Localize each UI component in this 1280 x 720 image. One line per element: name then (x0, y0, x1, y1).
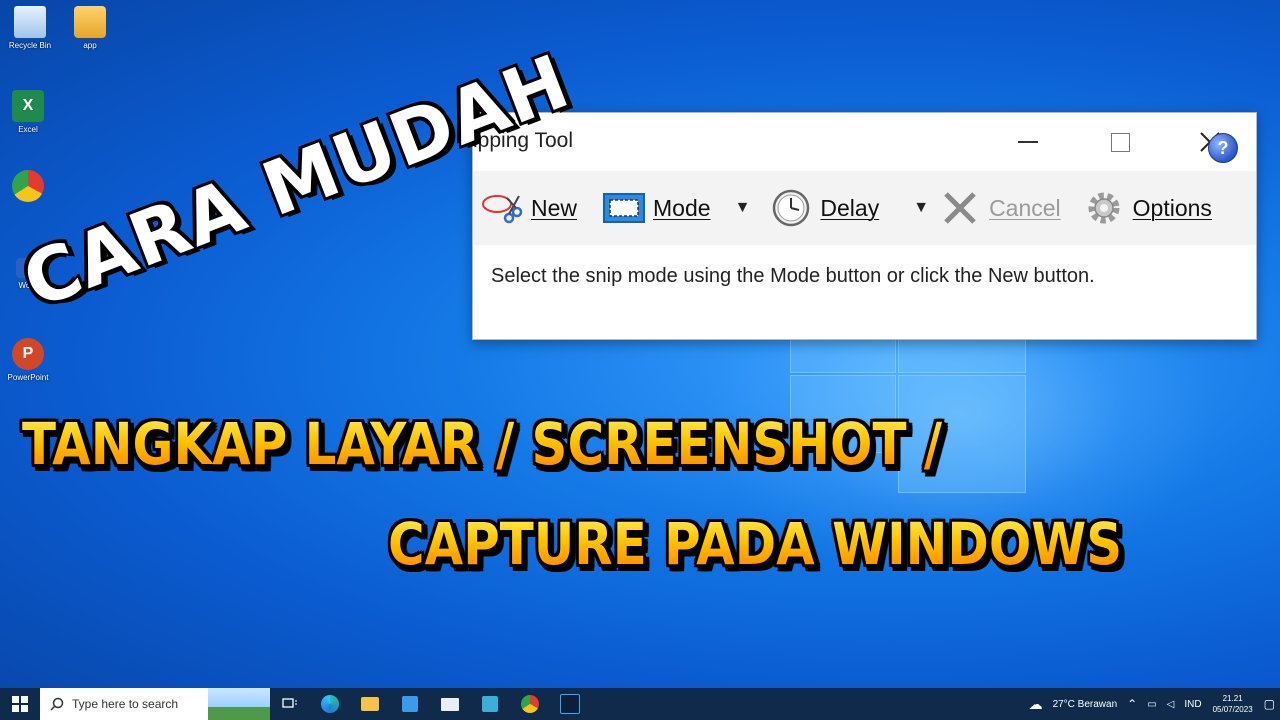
taskbar-mail[interactable] (430, 688, 470, 720)
delay-dropdown-arrow-icon[interactable]: ▼ (913, 199, 929, 217)
headline-line-2: TANGKAP LAYAR / SCREENSHOT / (22, 410, 943, 478)
system-tray: ☁ 27°C Berawan ⌃ ▭ ◁ IND 21.21 05/07/202… (1024, 688, 1280, 720)
desktop-icon-label: Excel (18, 125, 38, 134)
photoshop-icon (560, 694, 580, 714)
clock[interactable]: 21.21 05/07/2023 (1213, 693, 1253, 715)
mail-icon (441, 697, 459, 711)
task-view-button[interactable] (270, 688, 310, 720)
clock-date: 05/07/2023 (1212, 705, 1253, 714)
new-label: New (531, 194, 578, 221)
maximize-icon (1110, 132, 1130, 152)
scissors-icon (479, 188, 525, 228)
task-view-icon (282, 698, 297, 708)
desktop-icon-label: Recycle Bin (8, 41, 52, 50)
volume-icon[interactable]: ◁ (1167, 699, 1175, 710)
desktop-icon-powerpoint[interactable]: P PowerPoint (0, 338, 56, 382)
cancel-button[interactable]: Cancel (937, 188, 1061, 228)
help-icon[interactable]: ? (1208, 133, 1238, 163)
mode-rectangle-icon (601, 188, 647, 228)
new-button[interactable]: New (479, 188, 577, 228)
folder-icon (74, 6, 106, 38)
powerpoint-icon: P (12, 338, 44, 370)
toolbar: New Mode ▼ Delay ▼ Cancel Options (473, 171, 1256, 245)
windows-start-icon (12, 696, 28, 712)
delay-button[interactable]: Delay (768, 188, 879, 228)
desktop-icon-label: PowerPoint (7, 373, 49, 382)
desktop-icon-excel[interactable]: X Excel (0, 90, 56, 134)
weather-icon: ☁ (1028, 695, 1043, 712)
recycle-bin-icon (14, 6, 46, 38)
minimize-button[interactable] (983, 113, 1073, 171)
edge-icon (321, 695, 339, 713)
network-icon[interactable]: ▭ (1147, 699, 1156, 710)
cancel-x-icon (937, 188, 983, 228)
search-placeholder: Type here to search (72, 697, 179, 711)
taskbar-photoshop[interactable] (550, 688, 590, 720)
mode-button[interactable]: Mode (601, 188, 711, 228)
desktop-icon-chrome[interactable] (0, 170, 56, 205)
taskbar-snipping-tool[interactable] (470, 688, 510, 720)
cancel-label: Cancel (989, 194, 1061, 221)
desktop-icon-app[interactable]: app (62, 6, 118, 50)
search-highlight-image (208, 688, 270, 720)
status-message: Select the snip mode using the Mode butt… (491, 265, 1095, 287)
snipping-app-icon (482, 696, 498, 712)
chrome-icon (521, 695, 539, 713)
clock-time: 21.21 (1222, 694, 1243, 703)
store-icon (402, 696, 418, 712)
mode-label: Mode (653, 194, 711, 221)
maximize-button[interactable] (1075, 113, 1165, 171)
notification-icon[interactable]: ▢ (1264, 697, 1275, 711)
language-indicator[interactable]: IND (1184, 699, 1201, 710)
start-button[interactable] (0, 688, 40, 720)
delay-label: Delay (820, 194, 880, 221)
taskbar-search-box[interactable]: Type here to search (40, 688, 270, 720)
snipping-tool-window: ipping Tool New Mode ▼ Delay ▼ Cancel Op… (472, 112, 1257, 340)
excel-icon: X (12, 90, 44, 122)
chrome-icon (12, 170, 44, 202)
chevron-up-icon[interactable]: ⌃ (1127, 697, 1137, 711)
search-icon (50, 697, 64, 711)
title-bar[interactable]: ipping Tool (473, 113, 1256, 171)
desktop-icon-recycle-bin[interactable]: Recycle Bin (2, 6, 58, 50)
folder-icon (361, 697, 379, 711)
taskbar-chrome[interactable] (510, 688, 550, 720)
options-label: Options (1132, 194, 1212, 221)
taskbar-file-explorer[interactable] (350, 688, 390, 720)
desktop-icon-label: app (83, 41, 97, 50)
gear-icon (1081, 188, 1127, 228)
headline-line-3: CAPTURE PADA WINDOWS (388, 510, 1123, 578)
clock-icon (768, 188, 814, 228)
taskbar: Type here to search ☁ 27°C Berawan ⌃ ▭ ◁… (0, 688, 1280, 720)
options-button[interactable]: Options (1081, 188, 1212, 228)
weather-text[interactable]: 27°C Berawan (1053, 699, 1118, 710)
taskbar-store[interactable] (390, 688, 430, 720)
mode-dropdown-arrow-icon[interactable]: ▼ (735, 199, 751, 217)
minimize-icon (1018, 141, 1038, 143)
taskbar-edge[interactable] (310, 688, 350, 720)
